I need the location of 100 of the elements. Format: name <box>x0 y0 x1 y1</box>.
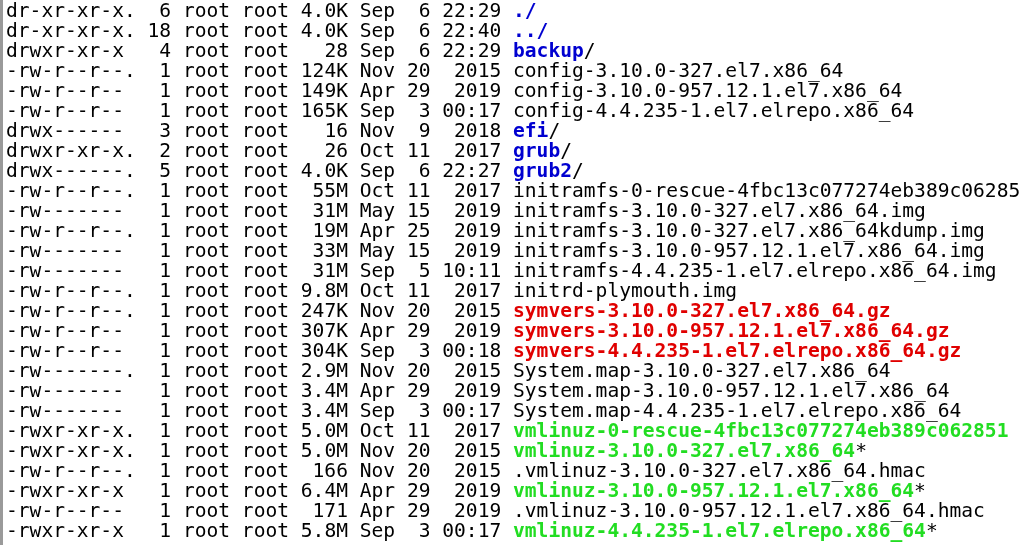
group: root <box>241 339 290 362</box>
time: 00:17 <box>442 99 502 122</box>
link-count: 1 <box>159 199 172 222</box>
group: root <box>241 59 290 82</box>
time: 2017 <box>454 419 502 442</box>
owner: root <box>182 59 231 82</box>
group: root <box>241 359 290 382</box>
day: 11 <box>406 139 431 162</box>
owner: root <box>182 219 231 242</box>
file-name: efi <box>513 119 549 142</box>
permissions: -rwxr-xr-x. <box>6 439 136 462</box>
owner: root <box>182 19 231 42</box>
time: 2015 <box>454 59 502 82</box>
permissions: -rwxr-xr-x <box>6 479 124 502</box>
owner: root <box>182 339 231 362</box>
permissions: -rwxr-xr-x <box>6 519 124 542</box>
permissions: -rw-r--r--. <box>6 179 136 202</box>
permissions: drwxr-xr-x. <box>6 139 136 162</box>
file-name: vmlinuz-3.10.0-957.12.1.el7.x86_64 <box>513 479 915 502</box>
group: root <box>241 399 290 422</box>
permissions: -rw------- <box>6 379 124 402</box>
owner: root <box>182 359 231 382</box>
file-name: ../ <box>513 19 549 42</box>
owner: root <box>182 99 231 122</box>
permissions: -rwxr-xr-x. <box>6 419 136 442</box>
time: 2019 <box>454 379 502 402</box>
link-count: 1 <box>159 339 172 362</box>
group: root <box>241 159 290 182</box>
day: 3 <box>418 519 431 542</box>
link-count: 3 <box>159 119 172 142</box>
link-count: 1 <box>159 99 172 122</box>
link-count: 1 <box>159 479 172 502</box>
link-count: 1 <box>159 79 172 102</box>
owner: root <box>182 419 231 442</box>
permissions: -rw------- <box>6 399 124 422</box>
month: Apr <box>359 379 396 402</box>
owner: root <box>182 179 231 202</box>
day: 3 <box>418 399 431 422</box>
day: 15 <box>406 239 431 262</box>
type-indicator: / <box>548 119 561 142</box>
file-size: 149K <box>300 79 348 102</box>
day: 3 <box>418 339 431 362</box>
time: 22:27 <box>442 159 502 182</box>
permissions: -rw-------. <box>6 359 136 382</box>
day: 6 <box>418 39 431 62</box>
time: 22:29 <box>442 0 502 22</box>
time: 2015 <box>454 299 502 322</box>
owner: root <box>182 439 231 462</box>
link-count: 1 <box>159 319 172 342</box>
group: root <box>241 19 290 42</box>
time: 2019 <box>454 199 502 222</box>
group: root <box>241 99 290 122</box>
link-count: 2 <box>159 139 172 162</box>
time: 2017 <box>454 179 502 202</box>
file-size: 9.8M <box>300 279 348 302</box>
time: 2015 <box>454 439 502 462</box>
link-count: 1 <box>159 239 172 262</box>
file-name: vmlinuz-3.10.0-327.el7.x86_64 <box>513 439 856 462</box>
link-count: 1 <box>159 279 172 302</box>
file-size: 5.0M <box>300 419 348 442</box>
time: 2019 <box>454 479 502 502</box>
group: root <box>241 479 290 502</box>
group: root <box>241 39 290 62</box>
file-size: 26 <box>324 139 348 162</box>
file-name: backup <box>513 39 584 62</box>
permissions: -rw-r--r-- <box>6 99 124 122</box>
permissions: dr-xr-xr-x. <box>6 0 136 22</box>
file-size: 55M <box>312 179 348 202</box>
link-count: 1 <box>159 219 172 242</box>
type-indicator: / <box>560 139 572 162</box>
type-indicator: * <box>855 439 867 462</box>
type-indicator: / <box>572 159 584 182</box>
owner: root <box>182 139 231 162</box>
owner: root <box>182 279 231 302</box>
link-count: 1 <box>159 519 172 542</box>
time: 2017 <box>454 139 502 162</box>
permissions: -rw------- <box>6 259 124 282</box>
day: 29 <box>406 79 431 102</box>
day: 29 <box>406 379 431 402</box>
link-count: 5 <box>159 159 172 182</box>
time: 2019 <box>454 239 502 262</box>
group: root <box>241 419 290 442</box>
day: 29 <box>406 479 431 502</box>
day: 11 <box>406 179 431 202</box>
owner: root <box>182 459 231 482</box>
group: root <box>241 219 290 242</box>
day: 29 <box>406 319 431 342</box>
file-size: 19M <box>312 219 348 242</box>
file-size: 31M <box>312 259 348 282</box>
file-size: 165K <box>300 99 348 122</box>
time: 22:29 <box>442 39 502 62</box>
file-size: 5.8M <box>300 519 348 542</box>
time: 2019 <box>454 219 502 242</box>
group: root <box>241 239 290 262</box>
day: 15 <box>406 199 431 222</box>
owner: root <box>182 319 231 342</box>
time: 10:11 <box>442 259 502 282</box>
day: 6 <box>418 159 431 182</box>
file-size: 171 <box>312 499 348 522</box>
link-count: 1 <box>159 299 172 322</box>
